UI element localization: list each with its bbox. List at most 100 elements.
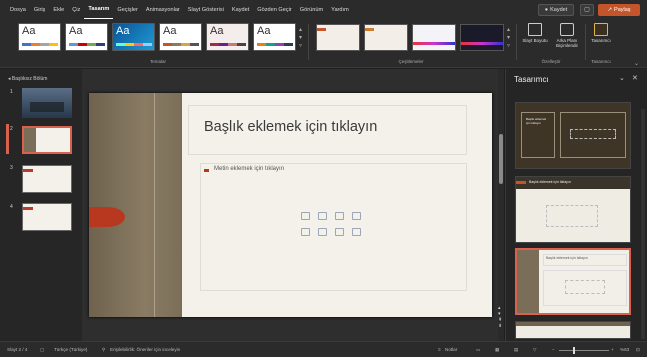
designer-label: Tasarımcı: [591, 38, 611, 43]
zoom-slider-thumb[interactable]: [573, 347, 575, 354]
theme-6[interactable]: Aa: [253, 23, 296, 51]
slide-number: 1: [10, 89, 13, 95]
slide-number: 4: [10, 204, 13, 210]
slide-thumbnail-3[interactable]: [22, 165, 72, 193]
slide[interactable]: Başlık eklemek için tıklayın Metin eklem…: [89, 93, 492, 317]
theme-3[interactable]: Aa: [112, 23, 155, 51]
thumb-image: [30, 102, 64, 112]
zoom-out-icon[interactable]: −: [552, 347, 555, 352]
variant-4[interactable]: [460, 24, 504, 51]
scroll-arrows-icon[interactable]: ▴ ▾ ⇞ ⇟: [498, 305, 502, 329]
tab-animasyonlar[interactable]: Animasyonlar: [142, 0, 184, 20]
tab-gecisler[interactable]: Geçişler: [113, 0, 142, 20]
theme-5[interactable]: Aa: [206, 23, 249, 51]
zoom-in-icon[interactable]: +: [611, 347, 614, 352]
themes-group-label: Temalar: [149, 59, 166, 64]
zoom-slider[interactable]: [559, 347, 609, 354]
theme-sample: Aa: [22, 25, 36, 37]
section-header-label: Başlıksız Bölüm: [11, 76, 48, 82]
designer-group-label: Tasarımcı: [591, 59, 611, 64]
design-idea-1[interactable]: Başlık eklemek için tıklayın: [515, 102, 631, 169]
content-placeholder-text: Metin eklemek için tıklayın: [214, 166, 285, 172]
design-idea-4[interactable]: [515, 321, 631, 339]
close-icon[interactable]: ✕: [632, 74, 638, 82]
slide-thumbnail-4[interactable]: [22, 203, 72, 231]
scrollbar-thumb[interactable]: [499, 134, 503, 184]
comment-icon: ▢: [584, 7, 590, 13]
fit-to-window-icon[interactable]: ⊡: [636, 347, 640, 353]
slide-number: 3: [10, 165, 13, 171]
reading-view-icon[interactable]: ▤: [514, 347, 518, 353]
tab-dosya[interactable]: Dosya: [6, 0, 30, 20]
notes-button[interactable]: Notlar: [445, 347, 457, 352]
bullet-icon: [204, 169, 209, 172]
theme-4[interactable]: Aa: [159, 23, 202, 51]
tab-yardim[interactable]: Yardım: [327, 0, 353, 20]
pane-options-icon[interactable]: ⌄: [619, 74, 625, 82]
comment-button[interactable]: ▢: [580, 4, 594, 16]
insert-3d-model-icon[interactable]: [352, 212, 361, 220]
pane-title: Tasarımcı: [514, 75, 549, 84]
slide-thumbnail-1[interactable]: [22, 88, 72, 118]
tab-ciz[interactable]: Çiz: [68, 0, 84, 20]
tab-gozden-gecir[interactable]: Gözden Geçir: [253, 0, 296, 20]
status-bar: Slayt 2 / 4 ▢ Türkçe (Türkiye) ⚲ Erişile…: [0, 341, 647, 357]
zoom-level[interactable]: %63: [620, 347, 629, 352]
tab-kaydet[interactable]: Kaydet: [228, 0, 253, 20]
insert-table-icon[interactable]: [301, 212, 310, 220]
insert-icon-icon[interactable]: [352, 228, 361, 236]
save-button[interactable]: ● Kaydet: [538, 4, 574, 16]
language-status[interactable]: Türkçe (Türkiye): [54, 347, 87, 352]
design-idea-2[interactable]: Başlık eklemek için tıklayın: [515, 176, 631, 243]
tab-tasarim[interactable]: Tasarım: [84, 1, 114, 19]
tab-slayt-gosterisi[interactable]: Slayt Gösterisi: [184, 0, 228, 20]
slide-sorter-icon[interactable]: ▦: [495, 347, 499, 353]
insert-video-icon[interactable]: [335, 228, 344, 236]
designer-button[interactable]: Tasarımcı: [588, 23, 614, 43]
pane-scrollbar[interactable]: [641, 109, 645, 339]
design-idea-3[interactable]: Başlık eklemek için tıklayın: [515, 248, 631, 315]
variant-1[interactable]: [316, 24, 360, 51]
card-title-text: Başlık eklemek için tıklayın: [526, 117, 547, 125]
slide-size-button[interactable]: Slayt Boyutu: [520, 23, 550, 43]
tab-ekle[interactable]: Ekle: [49, 0, 68, 20]
divider: [308, 24, 309, 60]
theme-sample: Aa: [257, 25, 271, 37]
insert-chart-icon[interactable]: [318, 212, 327, 220]
accessibility-icon[interactable]: ⚲: [102, 347, 105, 353]
ribbon: Aa Aa Aa Aa Aa Aa ▴ ▾ ▿ Temalar ▴ ▾ ▿ Çeşitl…: [0, 20, 647, 68]
slide-decoration-leaf: [89, 207, 125, 227]
title-placeholder[interactable]: Başlık eklemek için tıklayın: [188, 105, 467, 155]
tab-giris[interactable]: Giriş: [30, 0, 50, 20]
content-placeholder[interactable]: Metin eklemek için tıklayın: [200, 163, 467, 291]
spellcheck-icon[interactable]: ▢: [40, 347, 44, 353]
insert-smartart-icon[interactable]: [335, 212, 344, 220]
slide-number: 2: [10, 126, 13, 132]
save-label: Kaydet: [550, 7, 568, 13]
slideshow-icon[interactable]: ▽: [533, 347, 537, 353]
normal-view-icon[interactable]: ▭: [476, 347, 480, 353]
slide-thumbnail-panel: ◂ Başlıksız Bölüm 1 2 3 4: [0, 69, 82, 341]
canvas-scrollbar[interactable]: ▴ ▾ ⇞ ⇟: [498, 69, 504, 341]
slide-thumbnail-2[interactable]: [22, 126, 72, 154]
accessibility-status[interactable]: Erişilebilirlik: Öneriler için inceleyin: [110, 347, 180, 352]
insert-stock-image-icon[interactable]: [318, 228, 327, 236]
share-button[interactable]: ↗ Paylaş: [598, 4, 640, 16]
divider: [585, 24, 586, 60]
tab-gorunum[interactable]: Görünüm: [296, 0, 327, 20]
format-background-button[interactable]: Arka Planı Biçimlendir: [550, 23, 584, 48]
ribbon-collapse-icon[interactable]: ⌄: [634, 60, 639, 67]
thumb-strip: [24, 128, 36, 152]
theme-2[interactable]: Aa: [65, 23, 108, 51]
insert-picture-icon[interactable]: [301, 228, 310, 236]
variant-3[interactable]: [412, 24, 456, 51]
variant-2[interactable]: [364, 24, 408, 51]
notes-icon[interactable]: ≡: [438, 347, 441, 352]
theme-office[interactable]: Aa: [18, 23, 61, 51]
themes-scroll-icon[interactable]: ▴ ▾ ▿: [299, 26, 302, 50]
section-header[interactable]: ◂ Başlıksız Bölüm: [8, 76, 47, 82]
variants-scroll-icon[interactable]: ▴ ▾ ▿: [507, 26, 510, 50]
share-label: Paylaş: [614, 7, 631, 13]
designer-icon: [594, 23, 608, 36]
variants-group-label: Çeşitlemeler: [398, 59, 424, 64]
